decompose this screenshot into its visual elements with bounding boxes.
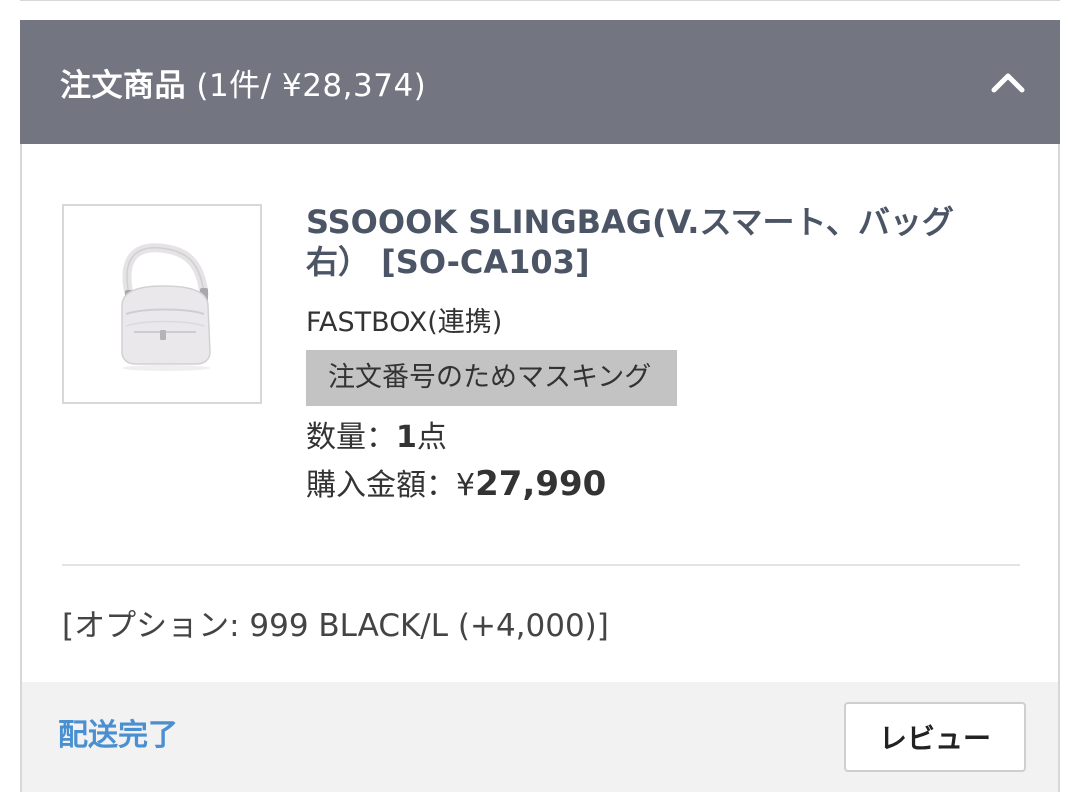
section-divider (62, 564, 1020, 566)
product-name-link[interactable]: SSOOOK SLINGBAG(V.スマート、バッグ右） [SO-CA103] (306, 202, 1006, 282)
price-currency: ¥ (456, 468, 476, 503)
top-divider (20, 0, 1060, 1)
price-row: 購入金額：¥27,990 (306, 462, 1006, 508)
sling-bag-image (121, 243, 211, 371)
card-footer: 配送完了 レビュー (22, 682, 1058, 792)
header-summary: (1件/ ¥28,374) (186, 67, 427, 104)
quantity-row: 数量：1点 (306, 418, 1006, 458)
product-info: SSOOOK SLINGBAG(V.スマート、バッグ右） [SO-CA103] … (306, 202, 1006, 508)
header-title: 注文商品 (1件/ ¥28,374) (60, 60, 426, 105)
order-items-header[interactable]: 注文商品 (1件/ ¥28,374) (20, 20, 1060, 144)
quantity-value: 1 (396, 420, 417, 455)
header-title-label: 注文商品 (60, 67, 186, 104)
price-value: 27,990 (475, 464, 607, 504)
delivery-status-link[interactable]: 配送完了 (58, 714, 178, 758)
review-button[interactable]: レビュー (844, 702, 1026, 772)
shop-name: FASTBOX(連携) (306, 307, 503, 338)
product-image[interactable] (62, 204, 262, 404)
masked-order-number: 注文番号のためマスキング (306, 350, 678, 406)
quantity-unit: 点 (416, 420, 447, 455)
option-info: [オプション: 999 BLACK/L (+4,000)] (62, 608, 609, 644)
order-item-card: 注文商品 (1件/ ¥28,374) SSOOOK SLINGBAG(V.スマー… (20, 20, 1060, 792)
quantity-label: 数量： (306, 420, 396, 455)
price-label: 購入金額： (306, 468, 456, 503)
chevron-up-icon[interactable] (986, 60, 1030, 104)
